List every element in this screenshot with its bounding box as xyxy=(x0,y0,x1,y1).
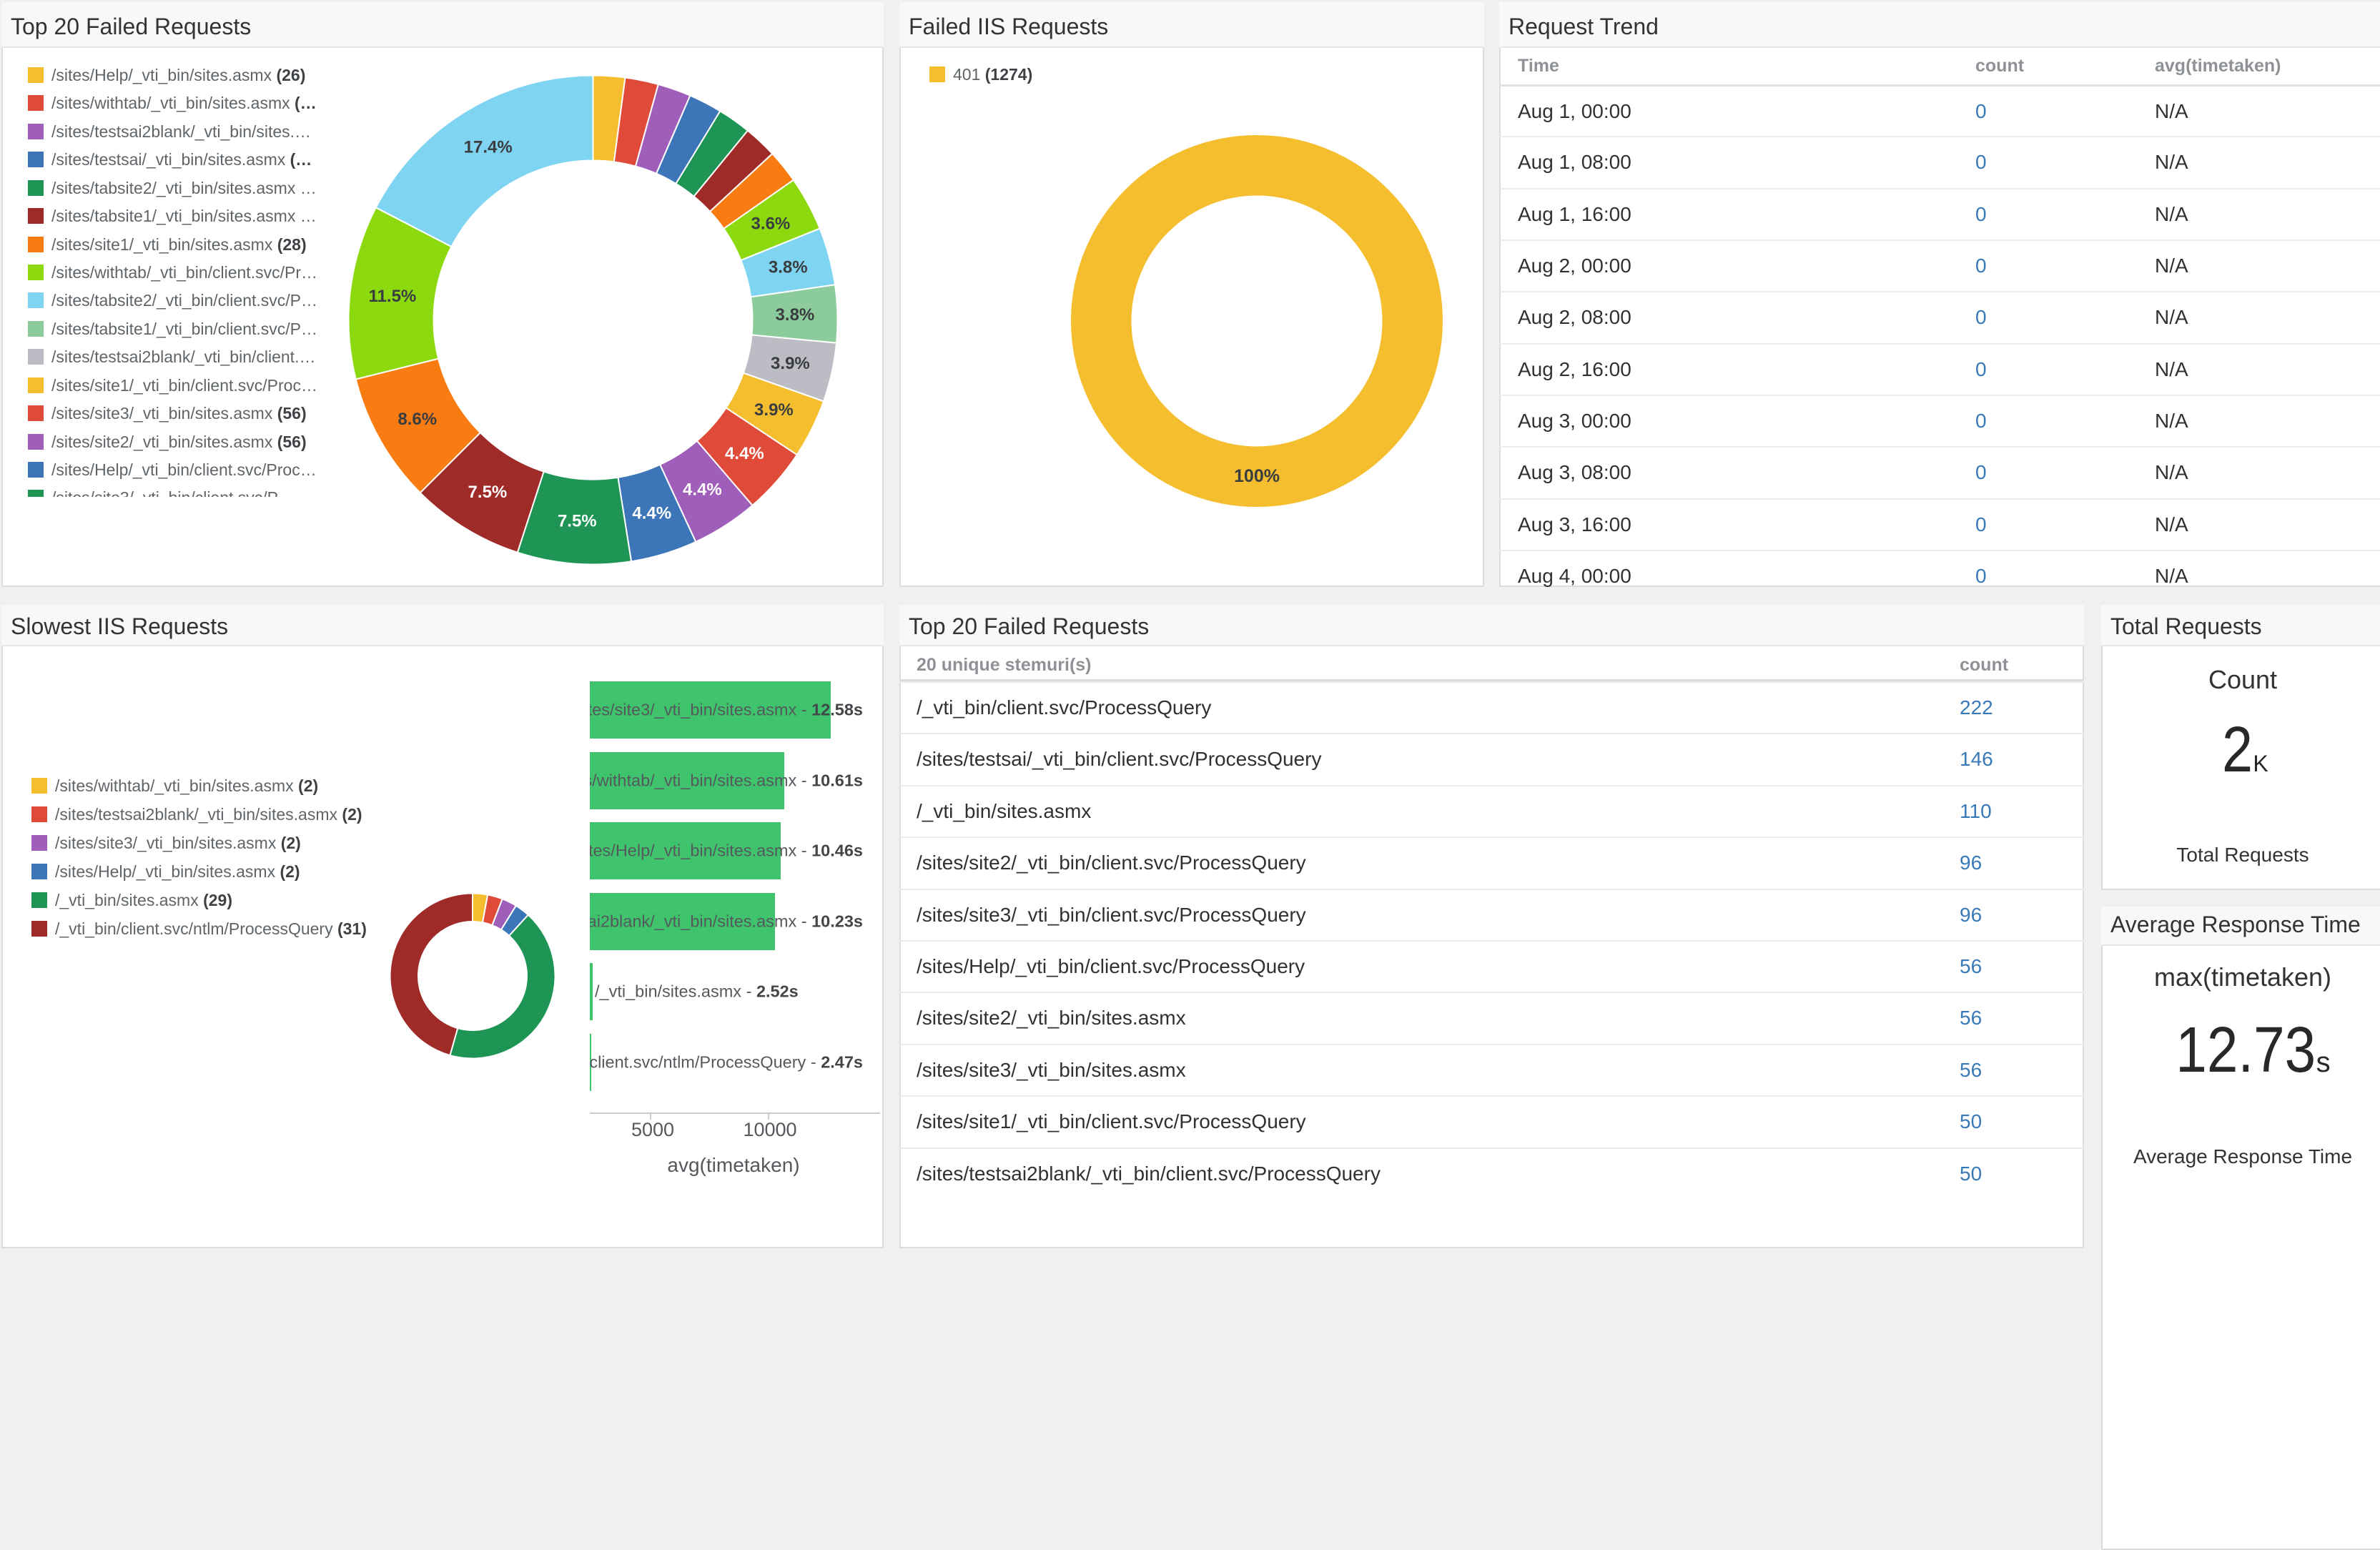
svg-text:100%: 100% xyxy=(1234,466,1280,486)
svg-text:8.6%: 8.6% xyxy=(398,410,437,429)
svg-text:3.9%: 3.9% xyxy=(754,400,794,420)
svg-text:3.8%: 3.8% xyxy=(776,305,815,325)
svg-text:3.8%: 3.8% xyxy=(769,257,808,277)
svg-text:7.5%: 7.5% xyxy=(558,512,597,531)
svg-text:4.4%: 4.4% xyxy=(632,503,671,523)
svg-text:17.4%: 17.4% xyxy=(464,138,513,157)
svg-text:4.4%: 4.4% xyxy=(725,444,764,463)
svg-text:7.5%: 7.5% xyxy=(468,483,508,502)
svg-text:11.5%: 11.5% xyxy=(369,287,417,306)
svg-text:3.9%: 3.9% xyxy=(771,354,810,373)
svg-text:4.4%: 4.4% xyxy=(683,480,722,500)
svg-text:3.6%: 3.6% xyxy=(751,214,791,234)
